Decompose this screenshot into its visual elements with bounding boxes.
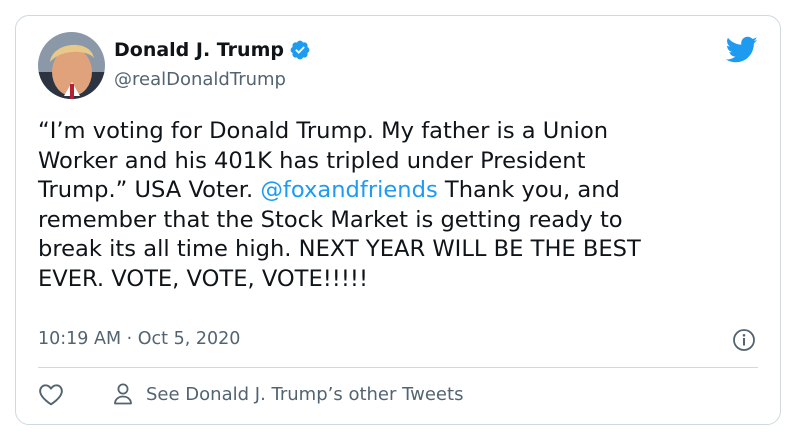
twitter-bird-icon[interactable]	[726, 36, 758, 64]
avatar-image	[38, 32, 105, 99]
author-name-row: Donald J. Trump	[114, 39, 311, 61]
author-display-name[interactable]: Donald J. Trump	[114, 39, 284, 61]
tweet-timestamp[interactable]: 10:19 AM · Oct 5, 2020	[38, 329, 240, 349]
tweet-footer: See Donald J. Trump’s other Tweets	[38, 382, 463, 406]
verified-badge-icon	[290, 40, 310, 60]
tweet-card: Donald J. Trump @realDonaldTrump “I’m vo…	[15, 15, 781, 425]
mention-link[interactable]: @foxandfriends	[260, 177, 437, 203]
info-icon[interactable]	[732, 328, 756, 352]
see-other-tweets-link[interactable]: See Donald J. Trump’s other Tweets	[146, 384, 463, 405]
heart-icon[interactable]	[38, 382, 64, 406]
author-avatar[interactable]	[38, 32, 105, 99]
author-handle[interactable]: @realDonaldTrump	[114, 69, 286, 90]
tweet-text: “I’m voting for Donald Trump. My father …	[38, 117, 763, 295]
person-icon	[114, 383, 132, 405]
footer-divider	[38, 367, 758, 368]
